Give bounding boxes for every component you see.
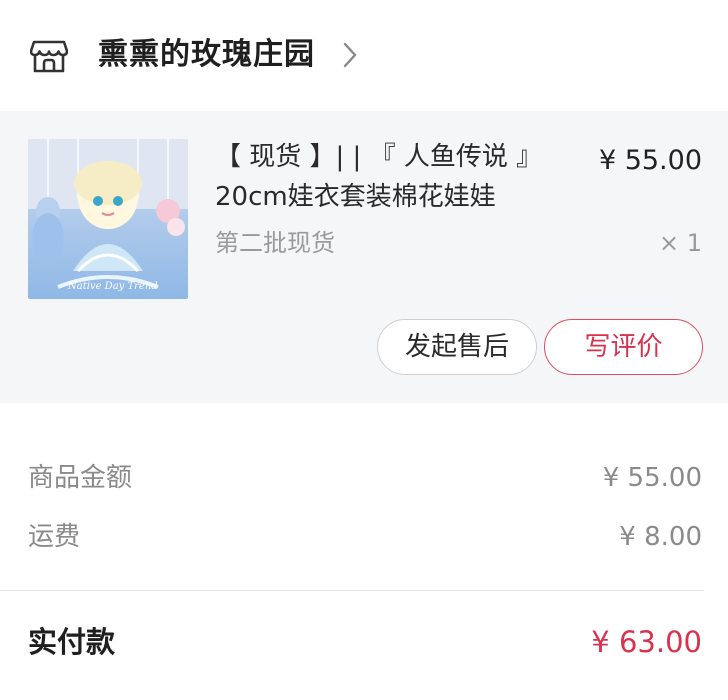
divider [0, 590, 704, 591]
product-quantity: × 1 [658, 229, 702, 257]
product-variant: 第二批现货 [215, 229, 335, 257]
thumbnail-caption: Native Day Trend [67, 281, 158, 292]
product-title[interactable]: 【 现货 】| | 『 人鱼传说 』 20cm娃衣套装棉花娃娃 [215, 137, 555, 217]
price-summary: 商品金额 ¥ 55.00 运费 ¥ 8.00 实付款 ¥ 63.00 [0, 403, 728, 700]
product-price: ¥ 55.00 [598, 145, 702, 176]
goods-amount-row: 商品金额 ¥ 55.00 [28, 458, 702, 498]
storefront-icon [30, 40, 68, 73]
shipping-row: 运费 ¥ 8.00 [28, 517, 702, 557]
doll-image: Native Day Trend [28, 139, 188, 299]
product-title-line2: 20cm娃衣套装棉花娃娃 [215, 182, 496, 212]
product-title-line1: 【 现货 】| | 『 人鱼传说 』 [215, 142, 543, 172]
shipping-value: ¥ 8.00 [619, 522, 702, 552]
goods-amount-value: ¥ 55.00 [602, 463, 702, 493]
aftersale-button[interactable]: 发起售后 [377, 319, 537, 375]
product-thumbnail[interactable]: Native Day Trend [28, 139, 188, 299]
goods-amount-label: 商品金额 [28, 463, 133, 493]
total-paid-label: 实付款 [28, 625, 116, 659]
shipping-label: 运费 [28, 522, 81, 552]
total-paid-value: ¥ 63.00 [591, 625, 702, 659]
chevron-right-icon[interactable] [340, 40, 360, 70]
shop-name[interactable]: 熏熏的玫瑰庄园 [98, 34, 315, 76]
shop-header[interactable]: 熏熏的玫瑰庄园 [0, 0, 728, 111]
write-review-button[interactable]: 写评价 [544, 319, 703, 375]
order-item-card[interactable]: Native Day Trend 【 现货 】| | 『 人鱼传说 』 20cm… [0, 111, 728, 403]
